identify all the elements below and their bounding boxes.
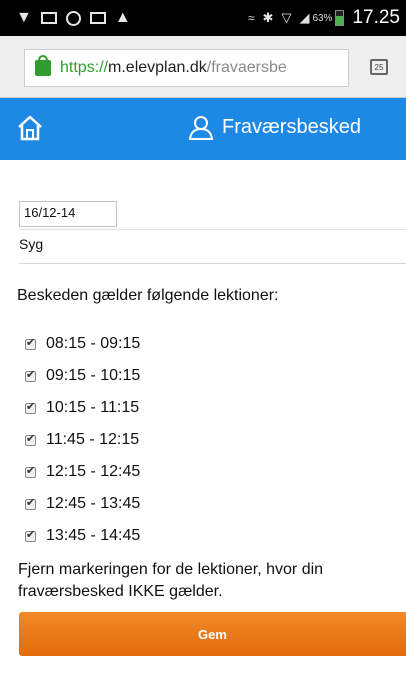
lesson-item[interactable]: 11:45 - 12:15 [25,424,140,456]
vibrate-icon: ≈ [247,11,255,25]
url-host: m.elevplan.dk [108,59,207,76]
battery-indicator: ◢ 63% [299,10,345,26]
url-field[interactable]: https:// m.elevplan.dk /fravaersbe [24,49,349,87]
lesson-checkbox[interactable] [25,528,36,542]
divider [19,229,406,230]
date-field[interactable]: 16/12-14 [19,201,117,227]
wifi-notification-icon: ▼ [16,9,32,26]
cell-signal-icon: ◢ [299,10,310,25]
app-header: Fraværsbesked [0,98,406,160]
lesson-time: 12:45 - 13:45 [46,495,141,512]
url-scheme: https:// [60,59,109,76]
lesson-item[interactable]: 12:15 - 12:45 [25,456,140,488]
page-title: Fraværsbesked [188,114,361,140]
user-icon [188,116,214,140]
save-button[interactable]: Gem [19,612,406,656]
lesson-checkbox[interactable] [25,400,36,414]
tabs-count: 25 [374,62,384,72]
url-path: /fravaersbe [206,59,287,76]
lesson-item[interactable]: 08:15 - 09:15 [25,328,140,360]
reason-value[interactable]: Syg [19,236,43,252]
lessons-prompt: Beskeden gælder følgende lektioner: [17,287,279,304]
instruction-line-1: Fjern markeringen for de lektioner, hvor… [18,561,324,578]
lesson-item[interactable]: 09:15 - 10:15 [25,360,140,392]
warning-icon: ▲ [114,9,131,26]
lesson-checkbox[interactable] [25,336,36,350]
lesson-time: 12:15 - 12:45 [46,463,141,480]
lesson-item[interactable]: 13:45 - 14:45 [25,520,140,552]
home-icon[interactable] [16,114,44,142]
lesson-time: 08:15 - 09:15 [46,335,141,352]
instruction-text: Fjern markeringen for de lektioner, hvor… [18,559,406,603]
lesson-checkbox[interactable] [25,368,36,382]
sync-notification-icon [65,10,81,26]
lesson-checkbox[interactable] [25,464,36,478]
wifi-signal-icon: ▽ [281,10,292,25]
lessons-list: 08:15 - 09:15 09:15 - 10:15 10:15 - 11:1… [25,328,140,552]
lesson-item[interactable]: 10:15 - 11:15 [25,392,140,424]
instruction-line-2: fraværsbesked IKKE gælder. [18,583,223,600]
image-notification-icon [89,12,106,24]
lock-icon [35,55,51,76]
lesson-time: 09:15 - 10:15 [46,367,141,384]
lesson-time: 10:15 - 11:15 [46,399,140,416]
battery-icon [335,10,345,26]
lesson-checkbox[interactable] [25,496,36,510]
page-title-text: Fraværsbesked [222,115,361,138]
lesson-item[interactable]: 12:45 - 13:45 [25,488,140,520]
email-notification-icon [40,12,57,24]
bluetooth-icon: ✱ [262,10,274,25]
battery-percent: 63% [312,12,333,24]
clock: 17.25 [352,7,400,28]
browser-toolbar: https:// m.elevplan.dk /fravaersbe 25 [0,36,406,98]
tabs-button[interactable]: 25 [370,59,388,75]
lesson-checkbox[interactable] [25,432,36,446]
status-bar: ▼ ▲ ≈ ✱ ▽ ◢ 63% 17.25 [0,0,406,36]
divider [19,263,406,264]
lesson-time: 13:45 - 14:45 [46,527,141,544]
lesson-time: 11:45 - 12:15 [46,431,140,448]
